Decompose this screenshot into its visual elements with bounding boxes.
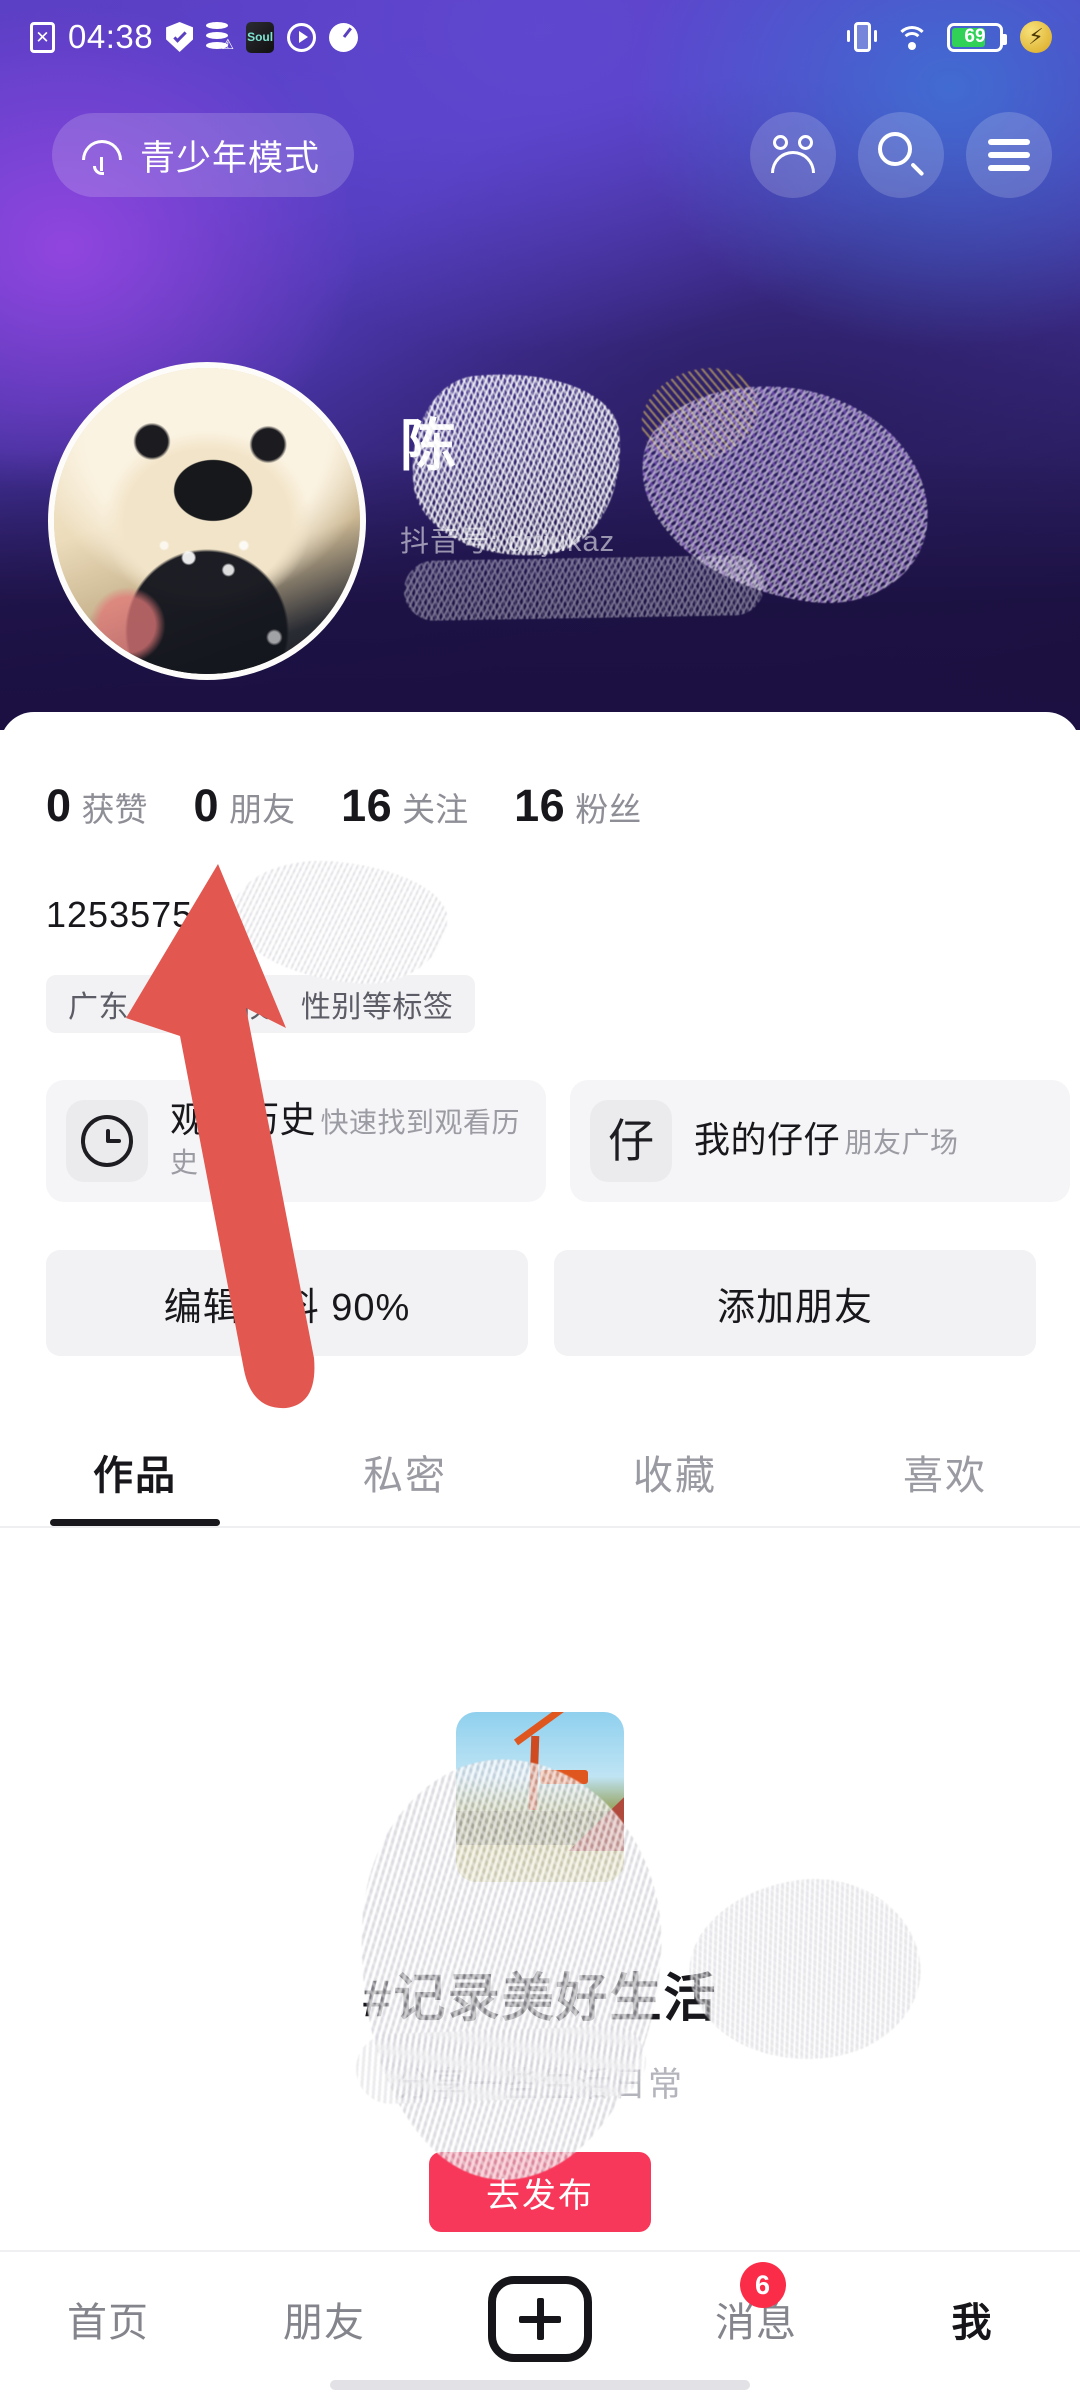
friends-button[interactable]: [750, 112, 836, 198]
fast-charge-icon: ⚡: [1020, 21, 1052, 53]
profile-action-buttons: 编辑资料 90% 添加朋友: [46, 1250, 1036, 1356]
play-circle-icon: [287, 22, 317, 52]
douyin-profile-screen: ✕ 04:38 ⚠ Soul 69 ⚡ 青少年模式 陈 抖音号: dujukaz…: [0, 0, 1080, 2408]
douyin-id-line: 抖音号: dujukaz: [400, 526, 616, 558]
speed-icon: [329, 22, 359, 52]
quick-action-cards: 观看历史 快速找到观看历史 仔 我的仔仔 朋友广场: [46, 1080, 1080, 1202]
stat-label: 获赞: [81, 791, 148, 828]
bottom-nav-me[interactable]: 我: [864, 2276, 1080, 2362]
card-title: 我的仔仔: [694, 1119, 841, 1160]
profile-content-sheet: 0 获赞 0 朋友 16 关注 16 粉丝 125357566 广东·汕 加学校…: [0, 712, 1080, 2408]
card-title: 观看历史: [170, 1099, 317, 1140]
card-text: 我的仔仔 朋友广场: [694, 1121, 958, 1161]
shield-icon: [166, 22, 194, 52]
status-bar-left: ✕ 04:38 ⚠ Soul: [30, 18, 359, 56]
soul-app-icon: Soul: [246, 21, 275, 53]
stat-label: 朋友: [229, 791, 296, 828]
wifi-icon: [894, 23, 930, 51]
go-publish-button[interactable]: 去发布: [429, 2152, 651, 2232]
watch-history-card[interactable]: 观看历史 快速找到观看历史: [46, 1080, 546, 1202]
menu-button[interactable]: [966, 112, 1052, 198]
database-warning-icon: ⚠: [206, 22, 234, 52]
stat-value: 0: [46, 780, 72, 831]
tab-likes[interactable]: 喜欢: [810, 1418, 1080, 1526]
add-tags-chip[interactable]: 广东·汕 加学校、性别等标签: [46, 975, 476, 1033]
home-indicator: [330, 2380, 750, 2390]
vibrate-icon: [847, 20, 877, 54]
stat-value: 0: [193, 780, 220, 831]
card-subtitle: 朋友广场: [844, 1127, 959, 1158]
status-bar-clock: 04:38: [68, 18, 154, 55]
bottom-navigation-bar: 首页 朋友 消息 6 我: [0, 2250, 1080, 2408]
tab-favorites[interactable]: 收藏: [540, 1418, 810, 1526]
edit-profile-button[interactable]: 编辑资料 90%: [46, 1250, 528, 1356]
teen-mode-button[interactable]: 青少年模式: [52, 113, 355, 197]
stat-label: 关注: [402, 791, 469, 828]
bottom-nav-friends[interactable]: 朋友: [216, 2276, 432, 2362]
hamburger-menu-icon: [988, 139, 1030, 171]
stat-label: 粉丝: [575, 791, 642, 828]
no-sim-icon: ✕: [30, 21, 55, 53]
add-friend-button[interactable]: 添加朋友: [554, 1250, 1036, 1356]
status-bar-right: 69 ⚡: [847, 20, 1052, 54]
plus-icon: [488, 2276, 592, 2362]
avatar-image-overlay: [54, 368, 360, 674]
battery-percent: 69: [964, 26, 986, 47]
zai-glyph: 仔: [608, 1115, 654, 1167]
tabs-divider: [0, 1526, 1080, 1528]
status-bar: ✕ 04:38 ⚠ Soul 69 ⚡: [0, 0, 1080, 74]
content-tabs: 作品 私密 收藏 喜欢: [0, 1418, 1080, 1526]
umbrella-icon: [82, 135, 122, 175]
my-zaizai-card[interactable]: 仔 我的仔仔 朋友广场: [570, 1080, 1070, 1202]
stat-friends[interactable]: 0 朋友: [194, 780, 296, 832]
search-button[interactable]: [858, 112, 944, 198]
empty-state-subtitle: 分享一些生活日常: [396, 2066, 684, 2104]
teen-mode-label: 青少年模式: [140, 138, 321, 178]
zai-character-icon: 仔: [590, 1100, 672, 1182]
top-nav-actions: [750, 112, 1052, 198]
empty-state: #记录美好生活 分享一些生活日常 去发布: [0, 1712, 1080, 2232]
top-navigation-bar: 青少年模式: [0, 108, 1080, 202]
profile-stats-row: 0 获赞 0 朋友 16 关注 16 粉丝: [46, 780, 687, 832]
display-name: 陈: [400, 414, 458, 477]
search-icon: [878, 132, 925, 178]
stat-likes[interactable]: 0 获赞: [46, 780, 148, 832]
stat-followers[interactable]: 16 粉丝: [514, 780, 641, 832]
bottom-nav-create[interactable]: [432, 2276, 648, 2362]
tab-private[interactable]: 私密: [270, 1418, 540, 1526]
user-id-text[interactable]: 125357566: [46, 894, 235, 936]
messages-badge: 6: [740, 2262, 786, 2308]
bottom-nav-messages[interactable]: 消息 6: [648, 2262, 864, 2362]
stat-value: 16: [514, 780, 566, 831]
profile-name-block: 陈 抖音号: dujukaz: [400, 418, 615, 560]
clock-icon: [66, 1100, 148, 1182]
stat-following[interactable]: 16 关注: [341, 780, 468, 832]
tab-works[interactable]: 作品: [0, 1418, 270, 1526]
profile-tags-row: 广东·汕 加学校、性别等标签: [46, 975, 476, 1033]
battery-icon: 69: [947, 22, 1007, 52]
stat-value: 16: [341, 780, 393, 831]
friends-icon: [768, 135, 818, 175]
avatar[interactable]: [48, 362, 366, 680]
bottom-nav-home[interactable]: 首页: [0, 2276, 216, 2362]
empty-state-thumbnail[interactable]: [456, 1712, 624, 1882]
card-text: 观看历史 快速找到观看历史: [170, 1101, 520, 1181]
empty-state-title: #记录美好生活: [362, 1970, 718, 2028]
